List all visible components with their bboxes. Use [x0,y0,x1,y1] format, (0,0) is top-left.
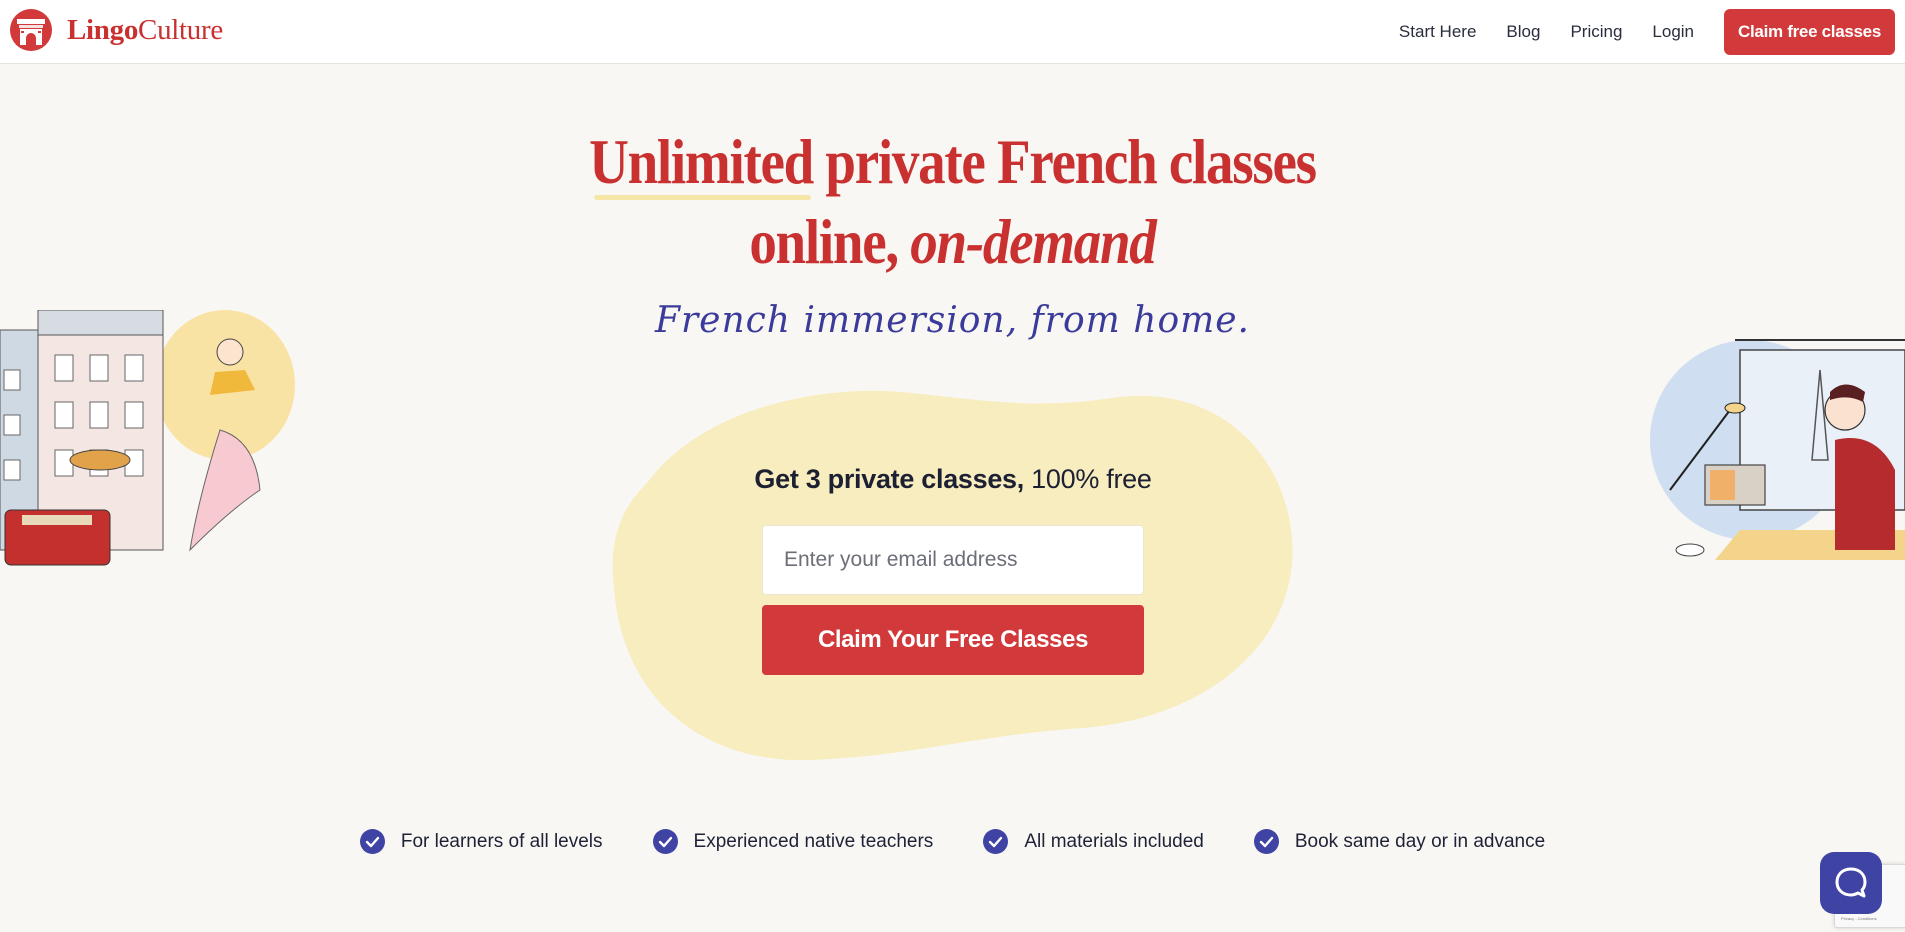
hero-heading-line2: online, [749,206,911,277]
claim-free-classes-button[interactable]: Claim free classes [1724,9,1895,55]
check-circle-icon [983,829,1009,854]
nav-login[interactable]: Login [1652,22,1694,42]
hero-tagline: French immersion, from home. [654,300,1251,341]
hero-heading-line1: private French classes [812,126,1317,197]
check-circle-icon [1253,829,1279,854]
paris-window-illustration [1650,339,1905,560]
feature-item: Experienced native teachers [652,829,934,854]
feature-item: All materials included [983,829,1204,854]
nav-pricing[interactable]: Pricing [1570,22,1622,42]
feature-label: For learners of all levels [400,830,603,852]
email-input[interactable] [762,525,1144,595]
feature-item: For learners of all levels [359,829,603,854]
hero-heading: Unlimited private French classes online,… [133,122,1771,282]
logo-icon [10,9,52,51]
claim-your-free-classes-button[interactable]: Claim Your Free Classes [762,605,1144,675]
logo-wordmark: LingoCulture [67,13,223,46]
chat-widget-button[interactable] [1820,852,1882,914]
hero-heading-emphasis: on-demand [910,206,1157,277]
hero-heading-underlined-word: Unlimited [589,122,814,202]
paris-dancer-illustration [0,310,295,566]
nav-blog[interactable]: Blog [1506,22,1540,42]
offer-headline: Get 3 private classes, 100% free [754,464,1152,494]
check-circle-icon [652,829,678,854]
check-circle-icon [359,829,385,854]
feature-label: Experienced native teachers [693,830,934,852]
main-nav: Start Here Blog Pricing Login Claim free… [1399,0,1905,64]
feature-list: For learners of all levels Experienced n… [0,829,1905,854]
recaptcha-text: Privacy - Conditions [1841,916,1877,921]
lingoculture-logo[interactable]: LingoCulture [9,8,223,52]
chat-bubble-icon [1835,867,1867,898]
feature-item: Book same day or in advance [1253,829,1546,854]
feature-label: Book same day or in advance [1294,830,1546,852]
feature-label: All materials included [1024,830,1204,852]
nav-start-here[interactable]: Start Here [1399,22,1476,42]
site-header: LingoCulture Start Here Blog Pricing Log… [0,0,1905,64]
